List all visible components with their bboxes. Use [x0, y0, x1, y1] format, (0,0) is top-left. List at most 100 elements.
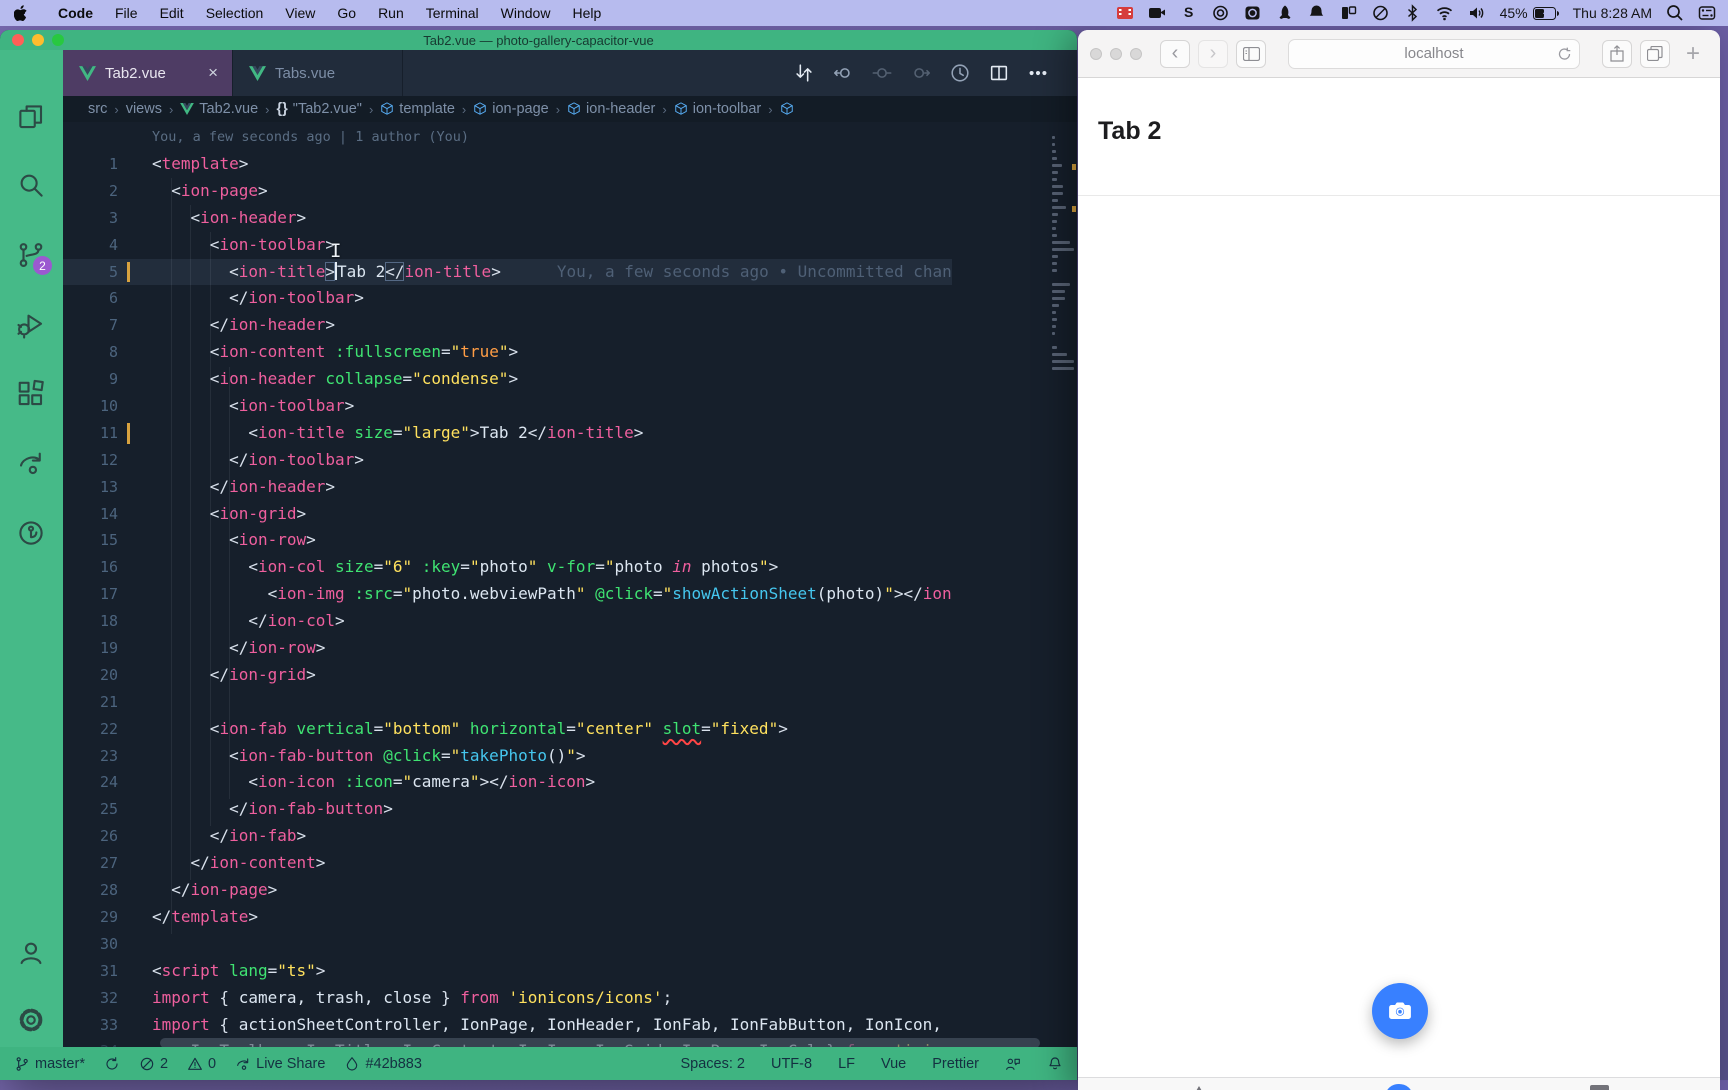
volume-icon[interactable]	[1468, 4, 1486, 22]
status-master-[interactable]: master*	[14, 1056, 85, 1072]
code-line-33[interactable]: 33import { actionSheetController, IonPag…	[63, 1012, 952, 1039]
minimize-window-button[interactable]	[32, 34, 44, 46]
menu-item-go[interactable]: Go	[326, 5, 367, 21]
menu-item-file[interactable]: File	[104, 5, 149, 21]
code-line-32[interactable]: 32import { camera, trash, close } from '…	[63, 985, 952, 1012]
menu-item-code[interactable]: Code	[47, 5, 104, 21]
tab-tabsvue[interactable]: Tabs.vue	[233, 50, 403, 96]
code-line-27[interactable]: 27 </ion-content>	[63, 850, 952, 877]
sidebar-toggle-icon[interactable]	[1236, 40, 1266, 68]
circle-icon[interactable]	[1372, 4, 1390, 22]
breadcrumb-item-ionpage[interactable]: ion-page	[473, 101, 548, 117]
back-button[interactable]: ‹	[1160, 40, 1190, 68]
code-line-7[interactable]: 7 </ion-header>	[63, 312, 952, 339]
account-icon[interactable]	[16, 938, 48, 970]
zoom-window-button[interactable]	[52, 34, 64, 46]
code-line-21[interactable]: 21	[63, 689, 952, 716]
code-line-12[interactable]: 12 </ion-toolbar>	[63, 447, 952, 474]
ionic-tab-tab2[interactable]: Tab 2	[1364, 1084, 1434, 1090]
vscode-title-bar[interactable]: Tab2.vue — photo-gallery-capacitor-vue	[0, 30, 1077, 50]
menu-item-window[interactable]: Window	[490, 5, 562, 21]
code-line-8[interactable]: 8 <ion-content :fullscreen="true">	[63, 339, 952, 366]
horizontal-scrollbar[interactable]	[160, 1038, 1040, 1047]
codelens-annotation[interactable]: You, a few seconds ago | 1 author (You)	[63, 122, 952, 151]
ionic-tab-tab1[interactable]: Tab 1	[1164, 1084, 1234, 1090]
explorer-icon[interactable]	[16, 102, 48, 134]
code-line-16[interactable]: 16 <ion-col size="6" :key="photo" v-for=…	[63, 554, 952, 581]
breadcrumb-item-iontoolbar[interactable]: ion-toolbar	[674, 101, 762, 117]
minimap[interactable]	[1052, 136, 1074, 374]
split-editor-icon[interactable]	[988, 62, 1010, 84]
ionic-tab-tab3[interactable]: Tab 3	[1564, 1084, 1634, 1090]
film-icon[interactable]	[1116, 4, 1134, 22]
code-line-1[interactable]: 1<template>	[63, 151, 952, 178]
code-line-28[interactable]: 28 </ion-page>	[63, 877, 952, 904]
code-line-18[interactable]: 18 </ion-col>	[63, 608, 952, 635]
code-editor[interactable]: You, a few seconds ago | 1 author (You) …	[63, 122, 1077, 1047]
menu-item-help[interactable]: Help	[561, 5, 612, 21]
close-window-button[interactable]	[1090, 48, 1102, 60]
gitlens-icon[interactable]	[16, 518, 48, 550]
compare-changes-icon[interactable]	[793, 62, 815, 84]
code-line-14[interactable]: 14 <ion-grid>	[63, 501, 952, 528]
close-window-button[interactable]	[12, 34, 24, 46]
code-line-29[interactable]: 29</template>	[63, 904, 952, 931]
code-line-20[interactable]: 20 </ion-grid>	[63, 662, 952, 689]
address-bar[interactable]: localhost	[1288, 39, 1580, 69]
status-spaces-2[interactable]: Spaces: 2	[680, 1056, 745, 1072]
breadcrumb-item-template[interactable]: template	[380, 101, 455, 117]
current-change-icon[interactable]	[871, 62, 893, 84]
record-icon[interactable]	[1212, 4, 1230, 22]
live-share-icon[interactable]	[16, 448, 48, 480]
status-prettier[interactable]: Prettier	[932, 1056, 979, 1072]
code-line-13[interactable]: 13 </ion-header>	[63, 474, 952, 501]
code-line-11[interactable]: 11 <ion-title size="large">Tab 2</ion-ti…	[63, 420, 952, 447]
code-line-2[interactable]: 2 <ion-page>	[63, 178, 952, 205]
battery-indicator[interactable]: 45%	[1500, 5, 1559, 21]
menu-item-edit[interactable]: Edit	[149, 5, 195, 21]
tab-overview-icon[interactable]	[1640, 40, 1670, 68]
code-line-30[interactable]: 30	[63, 931, 952, 958]
rocket-icon[interactable]	[1276, 4, 1294, 22]
code-line-6[interactable]: 6 </ion-toolbar>	[63, 285, 952, 312]
layout-icon[interactable]	[1340, 4, 1358, 22]
status-utf-8[interactable]: UTF-8	[771, 1056, 812, 1072]
breadcrumb-item[interactable]	[780, 102, 794, 116]
prev-change-icon[interactable]	[832, 62, 854, 84]
code-line-22[interactable]: 22 <ion-fab vertical="bottom" horizontal…	[63, 716, 952, 743]
breadcrumb-item-views[interactable]: views	[126, 101, 162, 117]
code-line-23[interactable]: 23 <ion-fab-button @click="takePhoto()">	[63, 743, 952, 770]
breadcrumb-item-Tab2vue[interactable]: {}"Tab2.vue"	[277, 101, 362, 117]
share-icon[interactable]	[1602, 40, 1632, 68]
menu-item-selection[interactable]: Selection	[195, 5, 275, 21]
menu-clock[interactable]: Thu 8:28 AM	[1573, 5, 1652, 21]
code-line-19[interactable]: 19 </ion-row>	[63, 635, 952, 662]
camera-icon[interactable]	[1148, 4, 1166, 22]
camera-fab-button[interactable]	[1372, 983, 1428, 1039]
code-line-24[interactable]: 24 <ion-icon :icon="camera"></ion-icon>	[63, 769, 952, 796]
forward-button[interactable]: ›	[1198, 40, 1228, 68]
breadcrumb-item-Tab2vue[interactable]: Tab2.vue	[180, 101, 258, 117]
breadcrumb-item-ionheader[interactable]: ion-header	[567, 101, 655, 117]
close-tab-icon[interactable]: ×	[208, 63, 218, 83]
settings-icon[interactable]	[16, 1005, 48, 1037]
search-icon[interactable]	[16, 170, 48, 202]
extensions-icon[interactable]	[16, 379, 48, 411]
code-line-4[interactable]: 4 <ion-toolbar>	[63, 232, 952, 259]
code-line-9[interactable]: 9 <ion-header collapse="condense">	[63, 366, 952, 393]
code-line-3[interactable]: 3 <ion-header>	[63, 205, 952, 232]
status-vue[interactable]: Vue	[881, 1056, 906, 1072]
bluetooth-icon[interactable]	[1404, 4, 1422, 22]
menu-item-terminal[interactable]: Terminal	[415, 5, 490, 21]
status-0[interactable]: 0	[187, 1056, 216, 1072]
code-line-31[interactable]: 31<script lang="ts">	[63, 958, 952, 985]
search-icon[interactable]	[1666, 4, 1684, 22]
more-actions-icon[interactable]	[1027, 62, 1049, 84]
new-tab-button[interactable]: +	[1678, 40, 1708, 68]
apple-menu-icon[interactable]	[14, 5, 29, 22]
status-lf[interactable]: LF	[838, 1056, 855, 1072]
status-feedback[interactable]	[1005, 1056, 1021, 1072]
status-sync[interactable]	[104, 1056, 120, 1072]
code-line-17[interactable]: 17 <ion-img :src="photo.webviewPath" @cl…	[63, 581, 952, 608]
status--42b883[interactable]: #42b883	[344, 1056, 421, 1072]
